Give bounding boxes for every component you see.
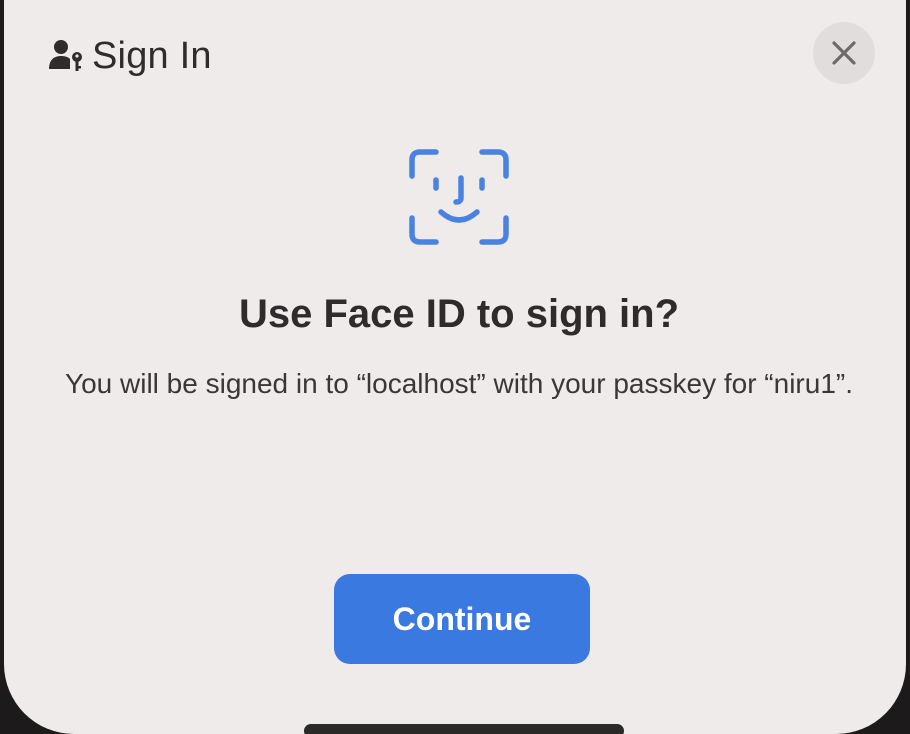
dialog-message: You will be signed in to “localhost” wit… — [64, 368, 853, 399]
home-indicator — [304, 724, 624, 734]
sheet-header: Sign In — [48, 34, 212, 78]
continue-button[interactable]: Continue — [334, 574, 590, 664]
person-key-icon — [48, 38, 86, 74]
face-id-icon — [409, 149, 509, 245]
sign-in-sheet: Sign In Use Face ID to sign in? You will… — [4, 0, 906, 734]
sheet-title: Sign In — [92, 34, 212, 77]
dialog-title: Use Face ID to sign in? — [238, 292, 680, 336]
close-button[interactable] — [813, 22, 875, 84]
close-icon — [832, 41, 856, 65]
